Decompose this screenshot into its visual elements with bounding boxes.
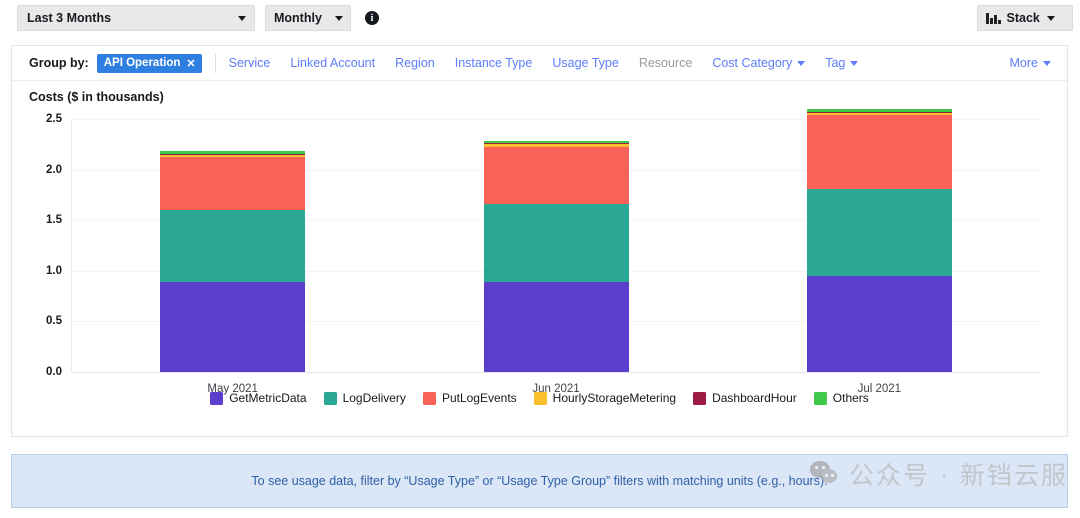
info-glyph: i [371,13,374,24]
group-by-option-resource: Resource [639,56,693,70]
chevron-down-icon [1047,16,1055,21]
option-label: Region [395,56,435,70]
bar-segment[interactable] [160,210,305,282]
legend-swatch [534,392,547,405]
y-axis-line [71,119,72,372]
legend-label: PutLogEvents [442,391,517,405]
group-by-more-button[interactable]: More [1010,56,1051,70]
chart-legend: GetMetricData LogDelivery PutLogEvents Hour… [12,391,1067,405]
bar-segment[interactable] [484,204,629,282]
bar-segment[interactable] [484,282,629,372]
legend-item[interactable]: LogDelivery [324,391,406,405]
bar-segment[interactable] [807,276,952,372]
bar-segment[interactable] [807,115,952,189]
divider [215,54,216,73]
chevron-down-icon [335,16,343,21]
banner-text: To see usage data, filter by “Usage Type… [251,474,827,488]
y-axis-tick: 2.5 [46,113,62,125]
bar-segment[interactable] [807,112,952,115]
close-icon[interactable]: ✕ [186,57,195,70]
group-by-option-instance-type[interactable]: Instance Type [455,56,533,70]
bar-column[interactable] [484,119,629,372]
legend-swatch [324,392,337,405]
option-label: Service [229,56,271,70]
group-by-label: Group by: [29,56,89,70]
chart-card: Group by: API Operation ✕ Service Linked… [11,45,1068,437]
group-by-option-linked-account[interactable]: Linked Account [290,56,375,70]
legend-label: GetMetricData [229,391,306,405]
cost-explorer-screen: Last 3 Months Monthly i Stack Group by: … [0,0,1080,518]
y-axis-tick: 0.5 [46,315,62,327]
bar-segment[interactable] [160,282,305,372]
granularity-select[interactable]: Monthly [265,5,351,31]
option-label: Instance Type [455,56,533,70]
info-icon[interactable]: i [365,11,379,25]
y-axis-tick: 1.5 [46,214,62,226]
usage-data-banner: To see usage data, filter by “Usage Type… [11,454,1068,508]
legend-label: DashboardHour [712,391,797,405]
group-by-option-tag[interactable]: Tag [825,56,858,70]
chevron-down-icon [797,61,805,66]
group-by-option-cost-category[interactable]: Cost Category [712,56,805,70]
legend-swatch [814,392,827,405]
chart-axis-title: Costs ($ in thousands) [29,90,164,104]
top-toolbar: Last 3 Months Monthly i Stack [0,0,1080,38]
legend-label: Others [833,391,869,405]
option-label: Linked Account [290,56,375,70]
bar-segment[interactable] [484,144,629,147]
legend-swatch [210,392,223,405]
y-axis-tick: 0.0 [46,366,62,378]
legend-item[interactable]: GetMetricData [210,391,306,405]
date-range-value: Last 3 Months [27,11,233,25]
legend-item[interactable]: HourlyStorageMetering [534,391,676,405]
chevron-down-icon [1043,61,1051,66]
bar-segment[interactable] [807,189,952,277]
bar-segment[interactable] [484,141,629,144]
chip-label: API Operation [104,57,181,69]
group-by-option-service[interactable]: Service [229,56,271,70]
legend-item[interactable]: DashboardHour [693,391,797,405]
y-axis-tick: 2.0 [46,164,62,176]
group-by-chip-api-operation[interactable]: API Operation ✕ [97,54,202,73]
date-range-select[interactable]: Last 3 Months [17,5,255,31]
bar-segment[interactable] [484,147,629,204]
option-label: Resource [639,56,693,70]
option-label: Tag [825,56,845,70]
bar-column[interactable] [807,119,952,372]
legend-swatch [693,392,706,405]
more-label: More [1010,56,1038,70]
bar-segment[interactable] [160,154,305,157]
legend-item[interactable]: PutLogEvents [423,391,517,405]
y-axis-tick: 1.0 [46,265,62,277]
granularity-value: Monthly [274,11,330,25]
gridline [71,372,1041,373]
bar-segment[interactable] [160,151,305,154]
bar-column[interactable] [160,119,305,372]
bar-segment[interactable] [807,109,952,112]
legend-label: LogDelivery [343,391,406,405]
stack-button[interactable]: Stack [977,5,1073,31]
chevron-down-icon [850,61,858,66]
chart-plot-area: 0.00.51.01.52.02.5May 2021Jun 2021Jul 20… [71,119,1041,372]
legend-label: HourlyStorageMetering [553,391,676,405]
group-by-option-usage-type[interactable]: Usage Type [552,56,618,70]
group-by-option-region[interactable]: Region [395,56,435,70]
group-by-bar: Group by: API Operation ✕ Service Linked… [12,46,1067,81]
option-label: Cost Category [712,56,792,70]
legend-item[interactable]: Others [814,391,869,405]
stack-button-label: Stack [1007,11,1040,25]
bar-chart-icon [986,12,1001,24]
bar-segment[interactable] [160,157,305,210]
legend-swatch [423,392,436,405]
chevron-down-icon [238,16,246,21]
option-label: Usage Type [552,56,618,70]
